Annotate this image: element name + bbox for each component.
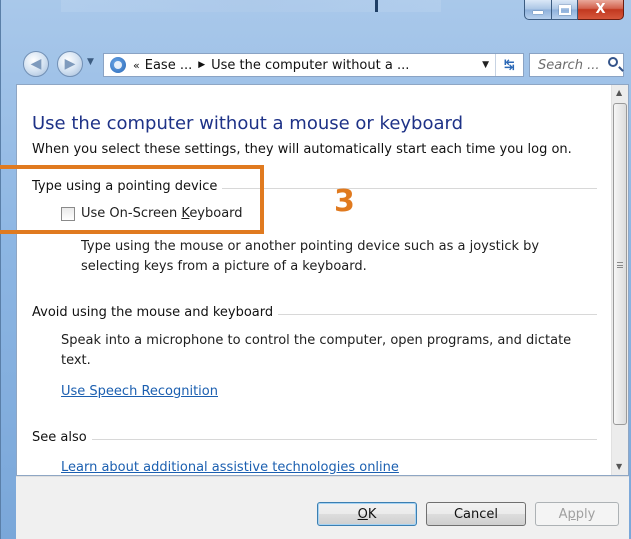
back-button[interactable]: ◀ [23,51,49,77]
search-placeholder: Search ... [538,57,600,73]
maximize-button[interactable] [552,0,578,20]
maximize-icon [558,4,571,15]
apply-label-end: ply [575,506,596,522]
refresh-icon: ↹ [504,57,515,73]
refresh-button[interactable]: ↹ [495,54,523,76]
speech-link-accesskey: U [61,384,71,399]
page-subtitle: When you select these settings, they wil… [32,142,572,157]
speech-description: Speak into a microphone to control the c… [61,333,572,368]
scroll-thumb[interactable] [613,103,627,425]
vertical-scrollbar[interactable]: ▲ ▼ [611,85,628,475]
breadcrumb-current[interactable]: Use the computer without a ... [211,58,409,73]
apply-button[interactable]: Ap ply [535,502,619,526]
page-title: Use the computer without a mouse or keyb… [32,113,464,134]
on-screen-keyboard-description: Type using the mouse or another pointing… [81,239,540,274]
forward-arrow-icon: ▶ [64,56,76,72]
ok-accesskey: O [357,506,368,522]
window: X ◀ ▶ ▼ « Ease ... ▶ Use the computer wi… [0,0,631,539]
breadcrumb-overflow[interactable]: « [133,59,140,72]
scroll-up-icon[interactable]: ▲ [616,88,622,97]
control-panel-icon [110,57,126,73]
breadcrumb-ease-of-access[interactable]: Ease ... [145,58,192,73]
caption-buttons: X [524,0,624,20]
navigation-bar: ◀ ▶ ▼ « Ease ... ▶ Use the computer with… [1,46,631,80]
title-blur [61,0,441,12]
scroll-down-icon[interactable]: ▼ [616,462,622,471]
close-icon: X [595,2,606,17]
minimize-icon [533,11,543,14]
breadcrumb-separator-icon[interactable]: ▶ [198,60,205,70]
ok-button[interactable]: OK [317,502,417,526]
ok-label: K [367,506,377,522]
recent-pages-dropdown[interactable]: ▼ [87,57,99,71]
window-divider [375,0,378,12]
minimize-button[interactable] [524,0,552,20]
search-input[interactable]: Search ... [529,53,624,77]
dialog-footer: OK Cancel Ap ply [16,476,629,539]
annotation-step-number: 3 [334,184,355,219]
search-icon[interactable] [608,57,618,67]
apply-label: A [558,506,568,522]
forward-button[interactable]: ▶ [57,51,83,77]
content-pane: Use the computer without a mouse or keyb… [16,84,629,476]
scroll-grip-icon [617,262,623,268]
address-bar[interactable]: « Ease ... ▶ Use the computer without a … [103,53,524,77]
speech-recognition-link[interactable]: Use Speech Recognition [61,384,218,399]
section-divider [32,439,597,440]
assistive-technologies-link[interactable]: Learn about additional assistive technol… [61,460,399,475]
close-button[interactable]: X [578,0,624,20]
annotation-highlight-box [0,165,264,234]
speech-link-text: se Speech Recognition [70,384,218,399]
section-header-avoid: Avoid using the mouse and keyboard [32,305,279,320]
apply-accesskey: p [567,506,576,522]
title-bar[interactable]: X [1,0,631,34]
cancel-button[interactable]: Cancel [426,502,526,526]
back-arrow-icon: ◀ [30,56,42,72]
section-header-see-also: See also [32,430,92,445]
address-dropdown-icon[interactable]: ▼ [482,60,489,70]
